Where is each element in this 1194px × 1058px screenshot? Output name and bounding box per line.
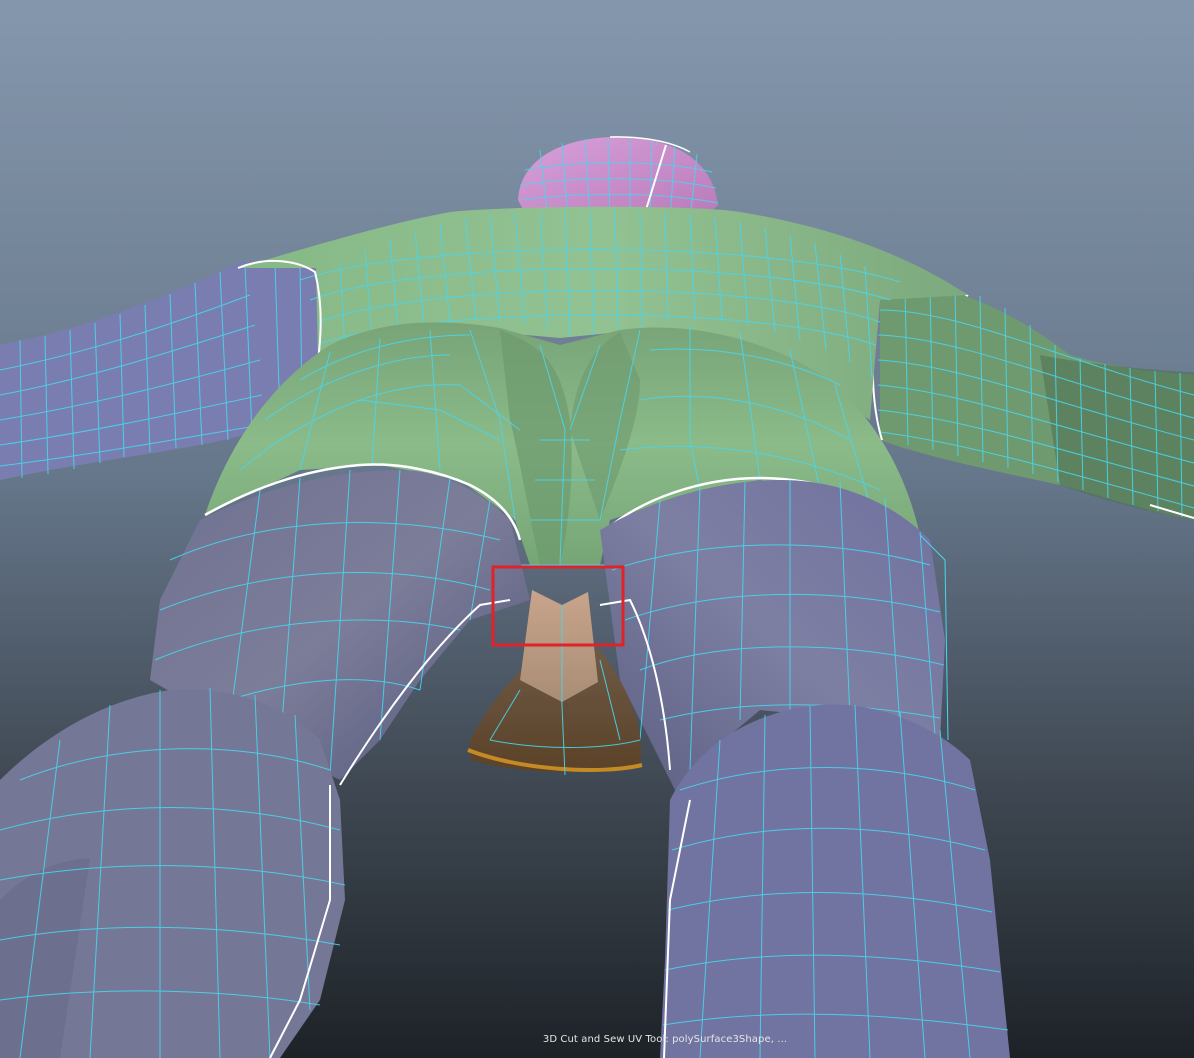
- 3d-viewport[interactable]: 3D Cut and Sew UV Tool: polySurface3Shap…: [0, 0, 1194, 1058]
- left-shin-shell: [0, 687, 346, 1058]
- tool-status-text: 3D Cut and Sew UV Tool: polySurface3Shap…: [542, 1034, 788, 1045]
- uv-mesh-view[interactable]: [0, 0, 1194, 1058]
- right-shin-shell: [660, 704, 1010, 1058]
